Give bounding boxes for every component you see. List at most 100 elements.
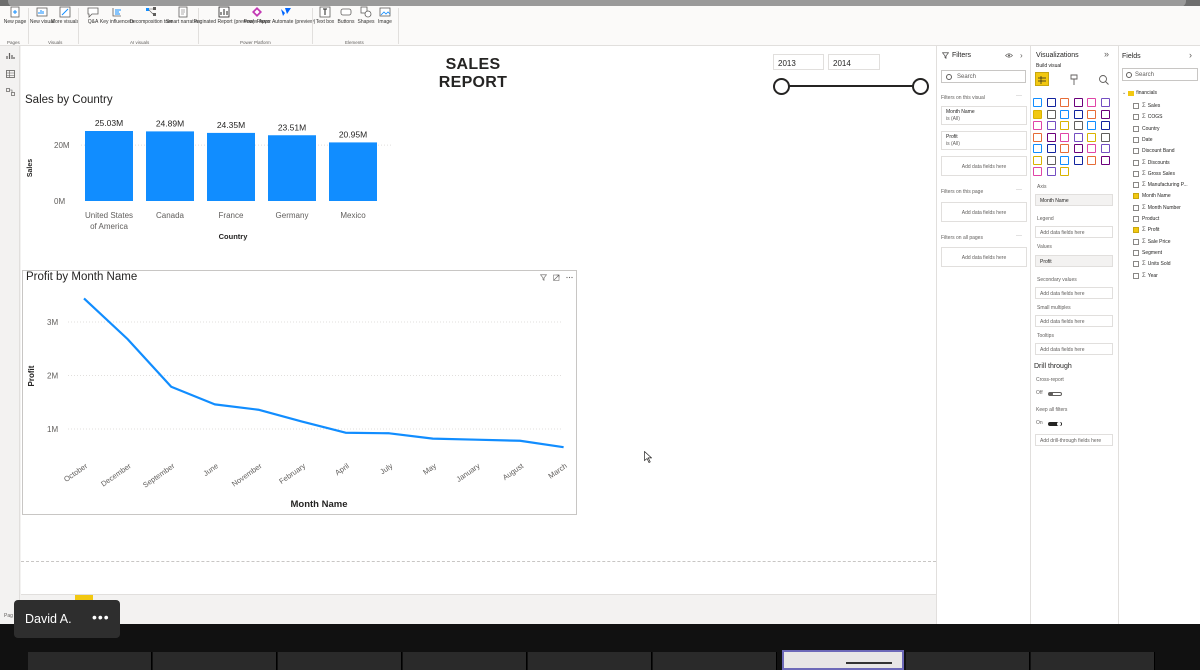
new-visual-button[interactable]: New visual <box>30 6 54 25</box>
visual-type-icon[interactable] <box>1087 155 1096 165</box>
collapse-visualizations-icon[interactable]: » <box>1104 49 1109 59</box>
visual-type-icon[interactable] <box>1046 144 1056 153</box>
visual-type-icon[interactable] <box>1087 121 1096 130</box>
field-year[interactable]: Σ Year <box>1133 271 1158 281</box>
data-view-icon[interactable] <box>6 70 15 78</box>
field-checkbox[interactable] <box>1133 182 1139 189</box>
field-month-name[interactable]: Month Name <box>1133 191 1171 201</box>
analytics-magnifier-icon[interactable] <box>1098 74 1110 86</box>
visual-type-icon[interactable] <box>1100 109 1110 119</box>
visual-type-icon[interactable] <box>1087 109 1096 119</box>
taskbar-slot[interactable] <box>906 652 1030 670</box>
taskbar-slot[interactable] <box>403 652 527 670</box>
field-checkbox[interactable] <box>1133 204 1139 211</box>
field-checkbox[interactable] <box>1133 148 1139 155</box>
visual-type-icon[interactable] <box>1087 98 1096 107</box>
field-checkbox[interactable] <box>1133 159 1139 166</box>
eye-icon[interactable] <box>1005 52 1013 59</box>
field-checkbox[interactable] <box>1133 193 1139 200</box>
visual-type-icon[interactable] <box>1046 109 1056 119</box>
values-well[interactable]: Profit <box>1035 255 1113 267</box>
image-button[interactable]: Image <box>376 6 394 25</box>
taskbar-slot[interactable] <box>28 652 152 670</box>
field-profit[interactable]: Σ Profit <box>1133 225 1159 235</box>
field-sales[interactable]: Σ Sales <box>1133 101 1160 111</box>
secondary-values-well[interactable]: Add data fields here <box>1035 287 1113 299</box>
collapse-fields-icon[interactable]: › <box>1189 50 1192 60</box>
shapes-button[interactable]: Shapes <box>356 6 376 25</box>
visual-type-icon[interactable] <box>1100 144 1110 153</box>
field-checkbox[interactable] <box>1133 125 1139 132</box>
visual-type-icon[interactable] <box>1073 98 1083 107</box>
text-box-button[interactable]: Text box <box>316 6 334 25</box>
field-month-number[interactable]: Σ Month Number <box>1133 203 1181 213</box>
visual-type-icon[interactable] <box>1100 132 1110 142</box>
visual-type-icon[interactable] <box>1060 98 1069 107</box>
taskbar-slot[interactable] <box>278 652 402 670</box>
table-financials[interactable]: ⌄ financials <box>1122 88 1157 98</box>
field-checkbox[interactable] <box>1133 114 1139 121</box>
visual-type-icon[interactable] <box>1073 121 1083 130</box>
collapse-filters-icon[interactable]: › <box>1020 51 1023 60</box>
keep-all-filters-toggle[interactable] <box>1048 422 1062 426</box>
visual-type-icon[interactable] <box>1033 144 1042 153</box>
shared-screen-thumbnail[interactable] <box>782 650 904 670</box>
cross-report-toggle[interactable] <box>1048 392 1062 396</box>
filters-search-input[interactable]: Search <box>941 70 1026 83</box>
visual-type-icon[interactable] <box>1033 167 1042 176</box>
visual-type-icon[interactable] <box>1033 98 1042 107</box>
more-options-icon[interactable]: ··· <box>1016 233 1022 239</box>
add-report-filter-drop[interactable]: Add data fields here <box>941 247 1027 267</box>
participant-menu-icon[interactable]: ••• <box>92 609 110 625</box>
taskbar-slot[interactable] <box>653 652 777 670</box>
field-checkbox[interactable] <box>1133 170 1139 177</box>
participant-name-card[interactable]: David A. ••• <box>14 600 120 638</box>
visual-type-icon[interactable] <box>1033 155 1042 165</box>
filter-card-profit[interactable]: Profit is (All) <box>941 131 1027 150</box>
add-page-filter-drop[interactable]: Add data fields here <box>941 202 1027 222</box>
model-view-icon[interactable] <box>6 88 15 96</box>
field-gross-sales[interactable]: Σ Gross Sales <box>1133 169 1175 179</box>
visual-type-icon[interactable] <box>1073 144 1083 153</box>
tooltips-well[interactable]: Add data fields here <box>1035 343 1113 355</box>
visual-type-icon[interactable] <box>1033 121 1042 130</box>
drill-through-well[interactable]: Add drill-through fields here <box>1035 434 1113 446</box>
field-checkbox[interactable] <box>1133 272 1139 279</box>
field-country[interactable]: Country <box>1133 124 1160 134</box>
field-discount-band[interactable]: Discount Band <box>1133 146 1175 156</box>
visual-type-icon[interactable] <box>1060 155 1069 165</box>
visual-type-icon[interactable] <box>1046 132 1056 142</box>
field-checkbox[interactable] <box>1133 249 1139 256</box>
visual-type-icon[interactable] <box>1046 121 1056 130</box>
sales-by-country-chart[interactable]: 20M 0M Sales 25.03M United States of America 2… <box>21 46 936 246</box>
more-visuals-button[interactable]: More visuals <box>51 6 79 25</box>
field-checkbox[interactable] <box>1133 227 1139 234</box>
visual-type-icon[interactable] <box>1100 98 1110 107</box>
fields-search-input[interactable]: Search <box>1122 68 1198 81</box>
visual-type-icon[interactable] <box>1087 144 1096 153</box>
visual-type-icon[interactable] <box>1073 132 1083 142</box>
power-automate-button[interactable]: Power Automate (preview) <box>257 6 315 25</box>
more-options-icon[interactable]: ··· <box>1016 93 1022 99</box>
field-sale-price[interactable]: Σ Sale Price <box>1133 237 1171 247</box>
field-discounts[interactable]: Σ Discounts <box>1133 158 1170 168</box>
visual-type-icon[interactable] <box>1060 109 1069 119</box>
visual-type-icon[interactable] <box>1060 167 1069 176</box>
visual-type-icon[interactable] <box>1046 98 1056 107</box>
filter-card-month-name[interactable]: Month Name is (All) <box>941 106 1027 125</box>
taskbar-slot[interactable] <box>153 652 277 670</box>
visual-type-icon[interactable] <box>1060 121 1069 130</box>
visual-type-icon[interactable] <box>1033 109 1042 119</box>
field-product[interactable]: Product <box>1133 214 1159 224</box>
field-units-sold[interactable]: Σ Units Sold <box>1133 259 1171 269</box>
profit-by-month-chart[interactable]: 3M 2M 1M Profit October December September June… <box>23 271 578 516</box>
visual-type-icon[interactable] <box>1060 144 1069 153</box>
visual-type-icon[interactable] <box>1073 109 1083 119</box>
field-date[interactable]: Date <box>1133 135 1153 145</box>
visual-type-icon[interactable] <box>1046 155 1056 165</box>
format-paintbrush-icon[interactable] <box>1068 74 1080 86</box>
visual-type-icon[interactable] <box>1100 121 1110 130</box>
field-checkbox[interactable] <box>1133 103 1139 109</box>
decomposition-tree-button[interactable]: Decomposition tree <box>129 6 173 25</box>
field-segment[interactable]: Segment <box>1133 248 1162 258</box>
